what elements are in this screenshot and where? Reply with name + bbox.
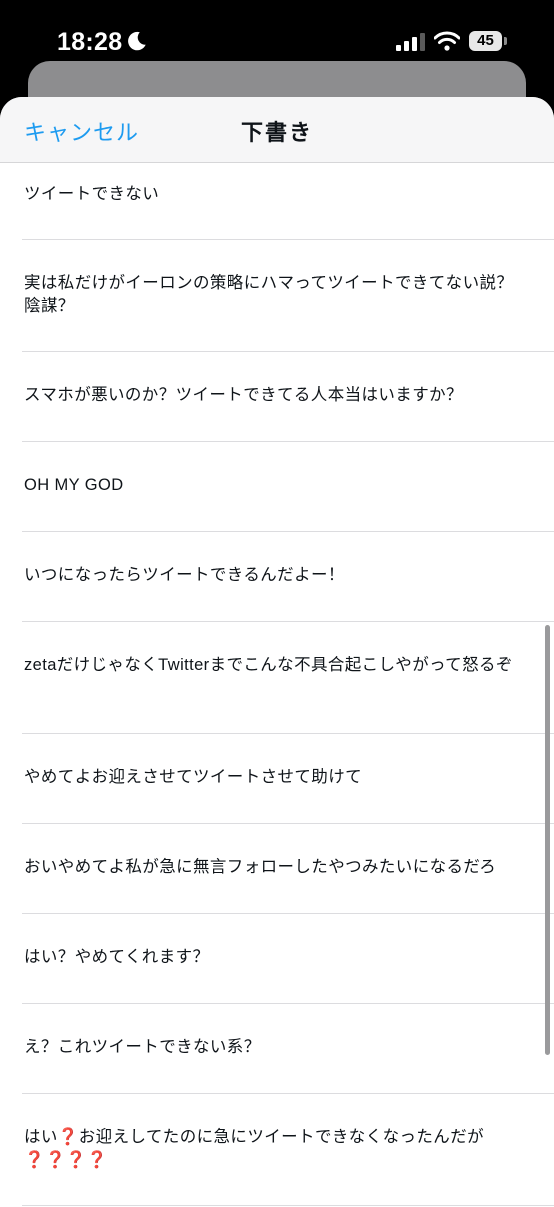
draft-text: zetaだけじゃなくTwitterまでこんな不具合起こしやがって怒るぞ xyxy=(24,656,513,674)
draft-item[interactable]: いつになったらツイートできるんだよー！ xyxy=(0,532,554,622)
draft-item[interactable]: はい❓お迎えしてたのに急にツイートできなくなったんだが❓❓❓❓ xyxy=(0,1094,554,1206)
drafts-list: ツイートできない 実は私だけがイーロンの策略にハマってツイートできてない説？陰謀… xyxy=(0,163,554,1206)
moon-icon xyxy=(128,31,146,51)
draft-text: ツイートできない xyxy=(24,185,160,203)
wifi-icon xyxy=(434,31,460,51)
draft-text: はい？やめてくれます？ xyxy=(24,948,210,966)
draft-item[interactable]: スマホが悪いのか？ツイートできてる人本当はいますか？ xyxy=(0,352,554,442)
draft-text: え？これツイートできない系？ xyxy=(24,1038,261,1056)
battery-indicator: 45 xyxy=(469,31,502,51)
draft-item[interactable]: え？これツイートできない系？ xyxy=(0,1004,554,1094)
scrollbar[interactable] xyxy=(545,625,550,1055)
draft-item[interactable]: ツイートできない xyxy=(0,163,554,240)
drafts-sheet: キャンセル 下書き ツイートできない 実は私だけがイーロンの策略にハマってツイー… xyxy=(0,97,554,1207)
draft-text: はい❓お迎えしてたのに急にツイートできなくなったんだが❓❓❓❓ xyxy=(24,1128,485,1169)
draft-text: やめてよお迎えさせてツイートさせて助けて xyxy=(24,768,362,786)
draft-text: OH MY GOD xyxy=(24,476,124,494)
battery-tip xyxy=(504,37,507,45)
draft-item[interactable]: OH MY GOD xyxy=(0,442,554,532)
draft-item[interactable]: 実は私だけがイーロンの策略にハマってツイートできてない説？陰謀？ xyxy=(0,240,554,352)
draft-text: いつになったらツイートできるんだよー！ xyxy=(24,566,345,584)
draft-text: 実は私だけがイーロンの策略にハマってツイートできてない説？陰謀？ xyxy=(24,274,514,315)
draft-text: スマホが悪いのか？ツイートできてる人本当はいますか？ xyxy=(24,386,463,404)
status-time: 18:28 xyxy=(57,28,123,56)
draft-item[interactable]: やめてよお迎えさせてツイートさせて助けて xyxy=(0,734,554,824)
draft-item[interactable]: はい？やめてくれます？ xyxy=(0,914,554,1004)
draft-item[interactable]: zetaだけじゃなくTwitterまでこんな不具合起こしやがって怒るぞ xyxy=(0,622,554,734)
page-title: 下書き xyxy=(240,120,313,145)
draft-text: おいやめてよ私が急に無言フォローしたやつみたいになるだろ xyxy=(24,858,497,876)
nav-bar: キャンセル 下書き xyxy=(0,97,554,163)
draft-item[interactable]: おいやめてよ私が急に無言フォローしたやつみたいになるだろ xyxy=(0,824,554,914)
cellular-signal-icon xyxy=(396,33,425,51)
